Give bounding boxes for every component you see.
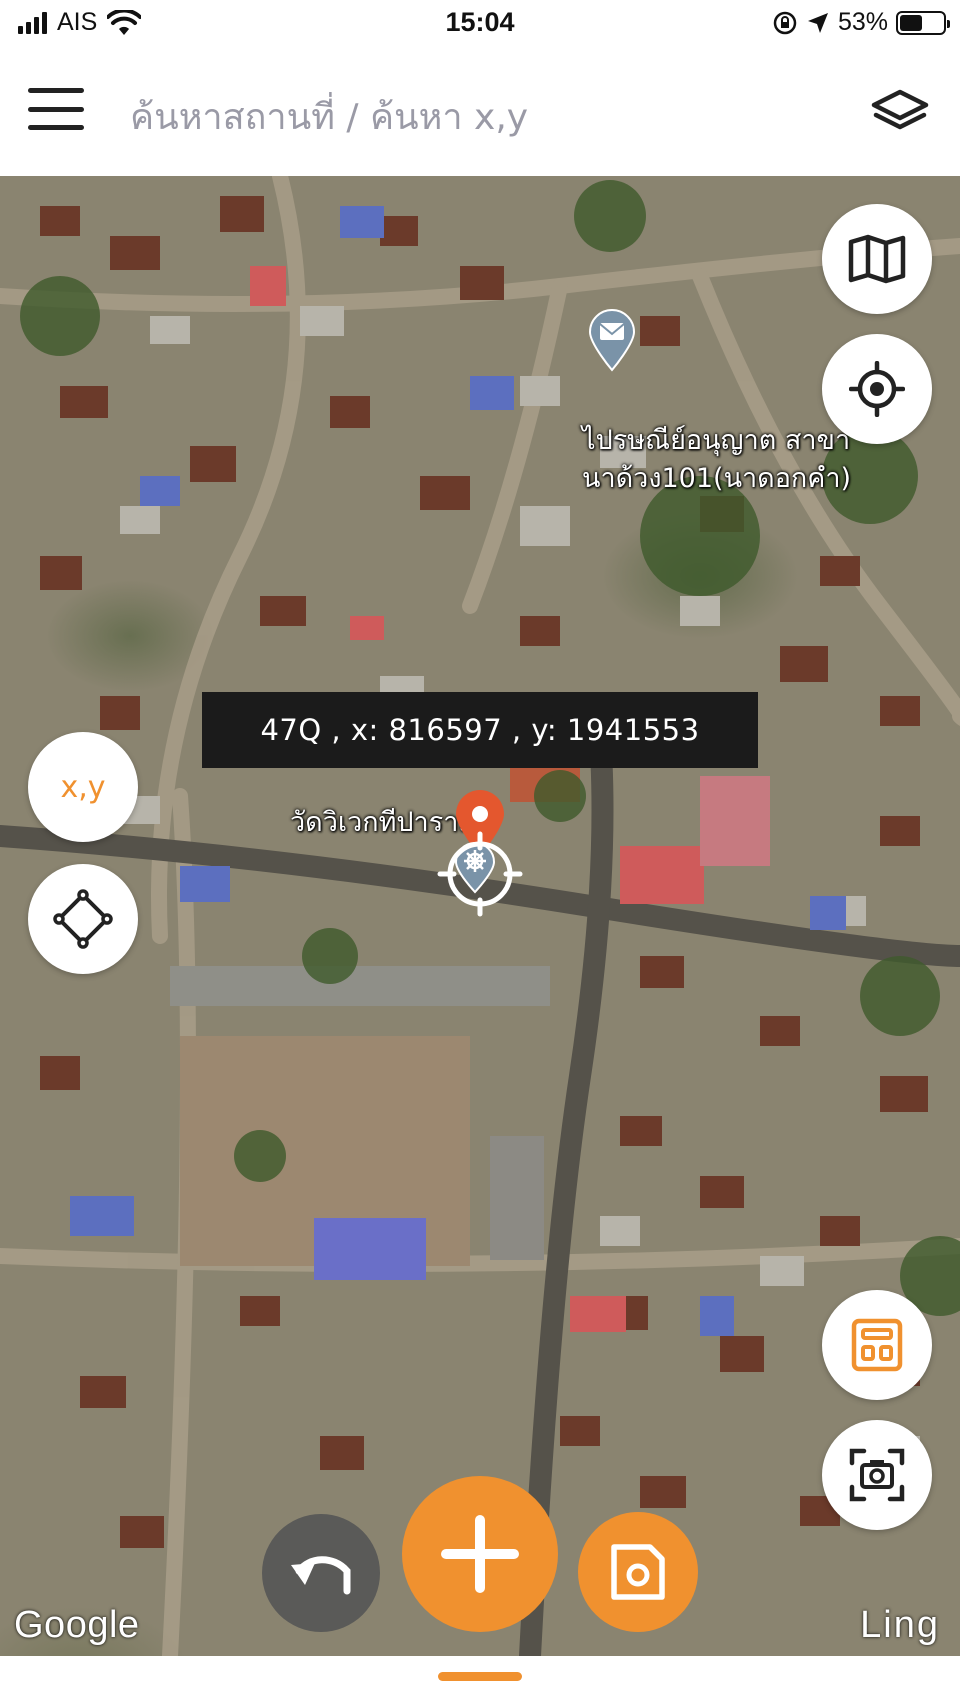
battery-fill [900,14,923,31]
add-button[interactable] [402,1476,558,1632]
screenshot-icon [849,1448,905,1502]
google-attribution: Google [14,1604,140,1646]
screenshot-button[interactable] [822,1420,932,1530]
my-location-icon [849,361,905,417]
breadcrumb: ค้นหาสถานที่ / ค้นหา x,y [130,97,529,138]
calculator-icon [851,1318,903,1372]
polygon-icon [53,889,113,949]
save-icon [611,1544,665,1600]
battery-icon [896,10,950,35]
app-header: ค้นหาสถานที่ / ค้นหา x,y [0,50,960,176]
layers-icon[interactable] [868,86,932,138]
coordinate-readout: 47Q , x: 816597 , y: 1941553 [202,692,758,768]
battery-percent: 53% [837,8,888,36]
calculator-button[interactable] [822,1290,932,1400]
map-icon [848,234,906,284]
place-label-post-office-line1: ไปรษณีย์อนุญาต สาขา [582,425,851,456]
add-icon [441,1515,519,1593]
save-button[interactable] [578,1512,698,1632]
map-type-button[interactable] [822,204,932,314]
location-arrow-icon [807,12,828,33]
xy-button-label: x,y [60,769,106,805]
undo-button[interactable] [262,1514,380,1632]
crosshair-icon [437,831,523,917]
my-location-button[interactable] [822,334,932,444]
polygon-button[interactable] [28,864,138,974]
orientation-lock-icon [773,11,797,34]
status-bar: AIS 15:04 53% [0,0,960,50]
hamburger-menu-icon[interactable] [28,88,84,130]
mail-pin-icon[interactable] [587,308,637,372]
bottom-sheet[interactable] [0,1656,960,1707]
undo-icon [291,1556,351,1595]
satellite-map[interactable]: ไปรษณีย์อนุญาต สาขา นาด้วง101(นาดอกคำ) 4… [0,176,960,1656]
place-label-post-office-line2: นาด้วง101(นาดอกคำ) [582,463,852,494]
sheet-handle[interactable] [438,1672,522,1681]
status-right: 53% [772,8,950,37]
ling-attribution: Ling [860,1604,940,1646]
xy-search-button[interactable]: x,y [28,732,138,842]
